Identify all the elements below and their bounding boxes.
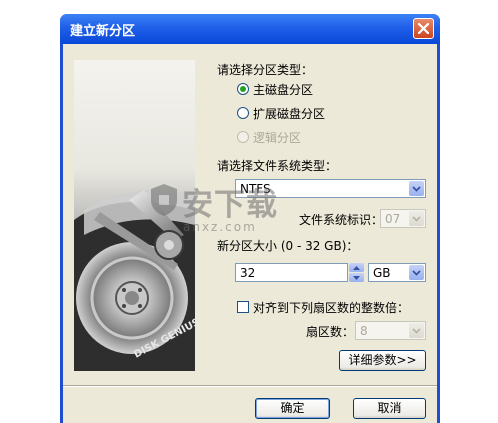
filesystem-label: 请选择文件系统类型： <box>217 159 338 173</box>
details-button[interactable]: 详细参数>> <box>339 350 426 371</box>
chevron-down-icon <box>412 186 421 192</box>
dialog-client: DISK GENIUS 请选择分区类型： 主磁盘分区 扩展磁盘分区 逻辑分区 请… <box>63 44 437 423</box>
filesystem-select[interactable]: NTFS <box>235 179 426 198</box>
chevron-up-icon <box>353 266 360 270</box>
chevron-down-icon <box>353 276 360 280</box>
title-bar[interactable]: 建立新分区 <box>60 14 440 44</box>
filesystem-id-dropdown-button <box>409 211 424 226</box>
radio-primary[interactable] <box>237 83 249 95</box>
chevron-down-icon <box>412 270 421 276</box>
radio-primary-label[interactable]: 主磁盘分区 <box>253 81 313 98</box>
filesystem-id-select: 07 <box>380 209 426 228</box>
close-button[interactable] <box>413 18 434 39</box>
filesystem-value: NTFS <box>240 182 271 196</box>
size-unit-select[interactable]: GB <box>368 263 426 282</box>
size-unit-dropdown-button[interactable] <box>409 265 424 280</box>
chevron-down-icon <box>412 216 421 222</box>
partition-size-value: 32 <box>240 266 256 280</box>
align-checkbox[interactable] <box>237 301 249 313</box>
sector-count-value: 8 <box>360 324 368 338</box>
filesystem-id-value: 07 <box>385 212 401 226</box>
partition-type-label: 请选择分区类型： <box>217 63 314 77</box>
hard-disk-icon: DISK GENIUS <box>74 190 195 371</box>
separator <box>63 385 437 387</box>
filesystem-dropdown-button[interactable] <box>409 181 424 196</box>
dialog-window: 建立新分区 DISK GENIUS 请选择分区类型： 主磁盘分区 扩展磁盘分区 … <box>60 14 440 423</box>
partition-size-input[interactable]: 32 <box>235 263 348 282</box>
close-icon <box>418 23 429 34</box>
chevron-down-icon <box>412 328 421 334</box>
sector-count-select: 8 <box>355 321 426 340</box>
radio-logical <box>237 131 249 143</box>
radio-extended-label[interactable]: 扩展磁盘分区 <box>253 105 325 122</box>
cancel-button[interactable]: 取消 <box>353 398 426 419</box>
spin-down-button[interactable] <box>349 273 364 282</box>
align-checkbox-label[interactable]: 对齐到下列扇区数的整数倍： <box>253 299 409 316</box>
radio-logical-label: 逻辑分区 <box>253 131 302 145</box>
window-title: 建立新分区 <box>70 24 136 39</box>
partition-size-spinner[interactable] <box>349 263 364 282</box>
size-unit-value: GB <box>373 266 391 280</box>
sector-count-dropdown-button <box>409 323 424 338</box>
sector-count-label: 扇区数： <box>306 325 355 339</box>
radio-extended[interactable] <box>237 107 249 119</box>
hard-disk-illustration: DISK GENIUS <box>74 60 195 371</box>
filesystem-id-label: 文件系统标识： <box>299 213 384 227</box>
ok-button[interactable]: 确定 <box>255 398 330 419</box>
partition-size-label: 新分区大小 (0 - 32 GB)： <box>217 239 359 253</box>
spin-up-button[interactable] <box>349 263 364 272</box>
